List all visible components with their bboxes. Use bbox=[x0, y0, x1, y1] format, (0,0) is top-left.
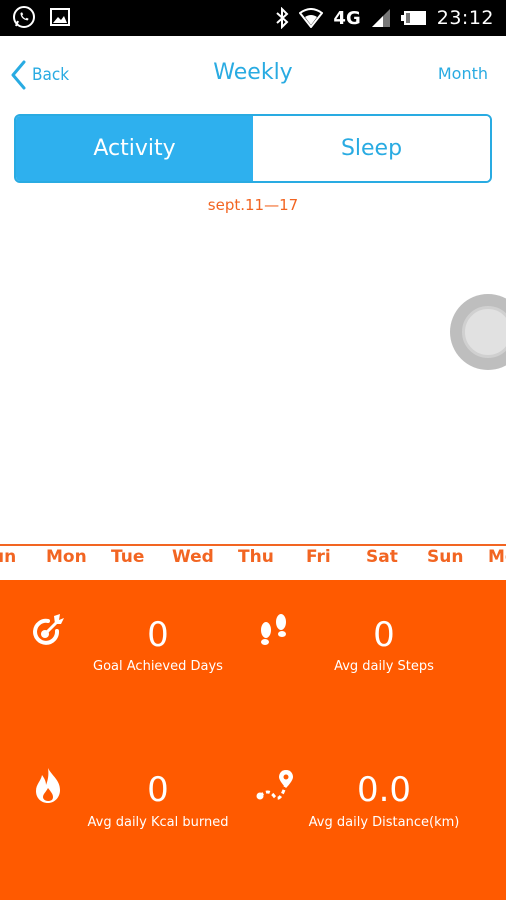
page-title: Weekly bbox=[213, 60, 293, 85]
battery-icon bbox=[400, 11, 426, 25]
avg-kcal-label: Avg daily Kcal burned bbox=[87, 815, 229, 830]
floating-assistive-button[interactable] bbox=[450, 294, 506, 370]
avg-distance-label: Avg daily Distance(km) bbox=[308, 815, 460, 830]
clock: 23:12 bbox=[436, 7, 494, 29]
bluetooth-icon bbox=[276, 7, 289, 29]
month-button[interactable]: Month bbox=[438, 64, 488, 83]
avg-steps-label: Avg daily Steps bbox=[334, 659, 434, 674]
status-bar: 4G 23:12 bbox=[0, 0, 506, 36]
goal-achieved-label: Goal Achieved Days bbox=[93, 659, 223, 674]
goal-achieved-value: 0 bbox=[147, 615, 169, 655]
avg-distance-value: 0.0 bbox=[356, 770, 412, 810]
tab-activity[interactable]: Activity bbox=[16, 116, 253, 181]
day-label: Tue bbox=[111, 547, 145, 567]
image-icon bbox=[50, 8, 70, 26]
day-label: Wed bbox=[172, 547, 214, 567]
header: Back Weekly Month bbox=[0, 36, 506, 114]
wifi-icon bbox=[299, 8, 324, 28]
day-label: Mo bbox=[488, 547, 506, 567]
signal-icon bbox=[371, 9, 390, 27]
stats-panel: 0 Goal Achieved Days 0 Avg daily Steps 0… bbox=[0, 580, 506, 900]
tab-sleep[interactable]: Sleep bbox=[253, 116, 490, 181]
whatsapp-icon bbox=[13, 6, 35, 28]
network-type: 4G bbox=[333, 7, 361, 29]
day-label: Sat bbox=[366, 547, 398, 567]
avg-steps-value: 0 bbox=[373, 615, 395, 655]
weekday-axis: un Mon Tue Wed Thu Fri Sat Sun Mo bbox=[0, 544, 506, 580]
floating-button-inner bbox=[462, 306, 506, 358]
day-label: un bbox=[0, 547, 17, 567]
day-label: Sun bbox=[427, 547, 464, 567]
activity-sleep-tabs: Activity Sleep bbox=[14, 114, 492, 183]
day-label: Mon bbox=[46, 547, 87, 567]
date-range: sept.11—17 bbox=[207, 196, 299, 214]
day-label: Thu bbox=[238, 547, 274, 567]
avg-kcal-value: 0 bbox=[147, 770, 169, 810]
day-label: Fri bbox=[306, 547, 331, 567]
